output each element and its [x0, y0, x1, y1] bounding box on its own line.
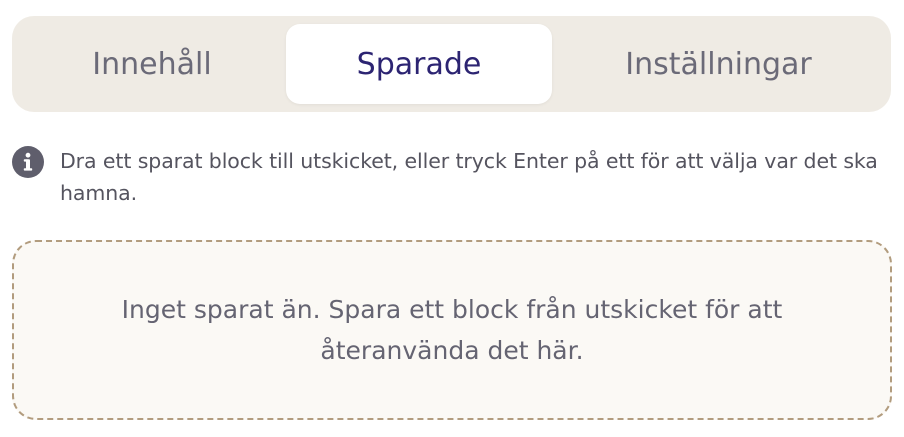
info-text: Dra ett sparat block till utskicket, ell…	[60, 149, 878, 205]
info-icon	[12, 146, 44, 178]
tab-bar: Innehåll Sparade Inställningar	[12, 16, 891, 112]
tab-innehall[interactable]: Innehåll	[20, 24, 284, 104]
saved-blocks-dropzone[interactable]: Inget sparat än. Spara ett block från ut…	[12, 240, 892, 420]
tab-sparade[interactable]: Sparade	[286, 24, 552, 104]
info-message: Dra ett sparat block till utskicket, ell…	[12, 145, 892, 209]
tab-installningar[interactable]: Inställningar	[554, 24, 883, 104]
empty-state-text: Inget sparat än. Spara ett block från ut…	[121, 295, 783, 365]
